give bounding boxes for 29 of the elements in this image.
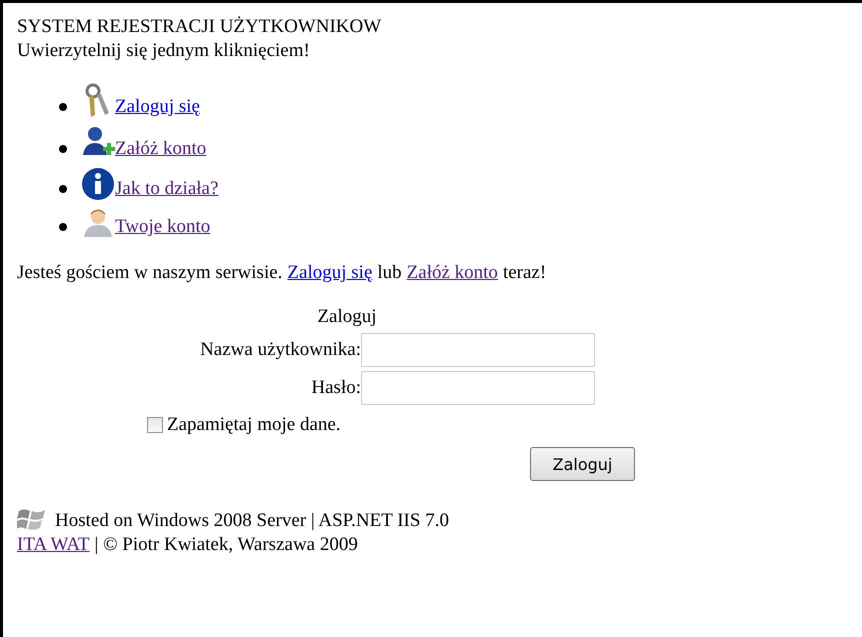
now-text: teraz! [502, 261, 546, 285]
subtitle: Uwierzytelnij się jednym kliknięciem! [17, 39, 311, 63]
menu-link[interactable]: Twoje konto [115, 215, 210, 239]
menu-link[interactable]: Jak to działa? [115, 177, 218, 201]
remember-checkbox[interactable] [147, 417, 163, 433]
login-button[interactable]: Zaloguj [530, 447, 635, 481]
register-link[interactable]: Załóż konto [406, 261, 498, 285]
guest-text: Jesteś gościem w naszym serwisie. [17, 261, 282, 285]
user-icon [81, 207, 115, 239]
login-link[interactable]: Zaloguj się [287, 261, 372, 285]
windows-flag-icon [17, 507, 47, 533]
menu-link[interactable]: Załóż konto [115, 137, 206, 161]
bullet [59, 223, 67, 231]
username-field[interactable] [361, 333, 595, 367]
bullet [59, 185, 67, 193]
or-text: lub [377, 261, 402, 285]
copyright-text: | © Piotr Kwiatek, Warszawa 2009 [94, 533, 358, 557]
page-title: SYSTEM REJESTRACJI UŻYTKOWNIKOW [17, 15, 382, 39]
bullet [59, 103, 67, 111]
bullet [59, 145, 67, 153]
form-title: Zaloguj [317, 305, 377, 329]
footer-link[interactable]: ITA WAT [17, 533, 90, 557]
password-label: Hasło: [311, 376, 361, 400]
menu-link[interactable]: Zaloguj się [115, 95, 200, 119]
hosted-text: Hosted on Windows 2008 Server | ASP.NET IIS 7.0 [55, 509, 449, 533]
password-field[interactable] [361, 371, 595, 405]
remember-label: Zapamiętaj moje dane. [167, 413, 341, 437]
username-label: Nazwa użytkownika: [200, 338, 361, 362]
info-icon [81, 167, 115, 201]
